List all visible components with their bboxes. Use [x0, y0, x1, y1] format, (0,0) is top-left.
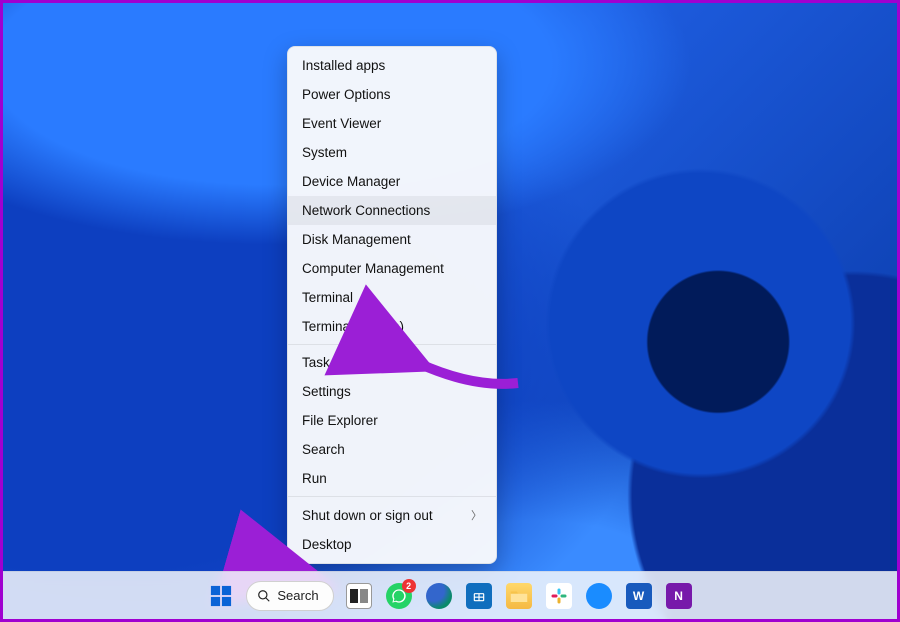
slack-icon — [546, 583, 572, 609]
start-button[interactable] — [206, 581, 236, 611]
menu-item-system[interactable]: System — [288, 138, 496, 167]
taskbar: Search 2 — [3, 571, 897, 619]
menu-item-label: File Explorer — [302, 413, 378, 428]
taskbar-search[interactable]: Search — [246, 581, 333, 611]
windows-icon — [210, 585, 232, 607]
winx-context-menu: Installed apps Power Options Event Viewe… — [287, 46, 497, 564]
menu-item-task-manager[interactable]: Task Manager — [288, 348, 496, 377]
menu-item-computer-management[interactable]: Computer Management — [288, 254, 496, 283]
search-icon — [257, 589, 271, 603]
menu-item-label: Desktop — [302, 537, 352, 552]
taskview-icon — [346, 583, 372, 609]
taskbar-app-taskview[interactable] — [344, 581, 374, 611]
onepassword-icon — [586, 583, 612, 609]
whatsapp-badge: 2 — [402, 579, 416, 593]
menu-item-shut-down[interactable]: Shut down or sign out 〉 — [288, 500, 496, 530]
menu-item-file-explorer[interactable]: File Explorer — [288, 406, 496, 435]
edge-icon — [426, 583, 452, 609]
menu-item-label: Task Manager — [302, 355, 387, 370]
taskbar-app-store[interactable] — [464, 581, 494, 611]
screenshot-frame: Installed apps Power Options Event Viewe… — [0, 0, 900, 622]
search-label: Search — [277, 588, 318, 603]
onenote-icon: N — [666, 583, 692, 609]
taskbar-app-1password[interactable] — [584, 581, 614, 611]
menu-item-label: Power Options — [302, 87, 391, 102]
taskbar-app-onenote[interactable]: N — [664, 581, 694, 611]
store-icon — [466, 583, 492, 609]
menu-item-device-manager[interactable]: Device Manager — [288, 167, 496, 196]
menu-separator — [288, 496, 496, 497]
menu-item-label: System — [302, 145, 347, 160]
menu-item-label: Network Connections — [302, 203, 430, 218]
menu-item-desktop[interactable]: Desktop — [288, 530, 496, 559]
menu-item-label: Settings — [302, 384, 351, 399]
menu-item-label: Disk Management — [302, 232, 411, 247]
whatsapp-icon: 2 — [386, 583, 412, 609]
menu-item-power-options[interactable]: Power Options — [288, 80, 496, 109]
menu-item-terminal-admin[interactable]: Terminal (Admin) — [288, 312, 496, 341]
menu-item-terminal[interactable]: Terminal — [288, 283, 496, 312]
word-icon: W — [626, 583, 652, 609]
menu-item-label: Event Viewer — [302, 116, 381, 131]
taskbar-app-word[interactable]: W — [624, 581, 654, 611]
menu-item-label: Search — [302, 442, 345, 457]
taskbar-app-whatsapp[interactable]: 2 — [384, 581, 414, 611]
menu-item-label: Run — [302, 471, 327, 486]
menu-item-label: Shut down or sign out — [302, 508, 433, 523]
taskbar-app-slack[interactable] — [544, 581, 574, 611]
menu-item-event-viewer[interactable]: Event Viewer — [288, 109, 496, 138]
menu-item-search[interactable]: Search — [288, 435, 496, 464]
folder-icon — [506, 583, 532, 609]
menu-item-disk-management[interactable]: Disk Management — [288, 225, 496, 254]
menu-item-run[interactable]: Run — [288, 464, 496, 493]
taskbar-app-edge[interactable] — [424, 581, 454, 611]
menu-item-label: Terminal — [302, 290, 353, 305]
menu-item-settings[interactable]: Settings — [288, 377, 496, 406]
menu-separator — [288, 344, 496, 345]
menu-item-label: Device Manager — [302, 174, 400, 189]
menu-item-label: Terminal (Admin) — [302, 319, 404, 334]
chevron-right-icon: 〉 — [471, 507, 482, 523]
taskbar-app-explorer[interactable] — [504, 581, 534, 611]
menu-item-installed-apps[interactable]: Installed apps — [288, 51, 496, 80]
menu-item-label: Computer Management — [302, 261, 444, 276]
menu-item-label: Installed apps — [302, 58, 385, 73]
menu-item-network-connections[interactable]: Network Connections — [288, 196, 496, 225]
